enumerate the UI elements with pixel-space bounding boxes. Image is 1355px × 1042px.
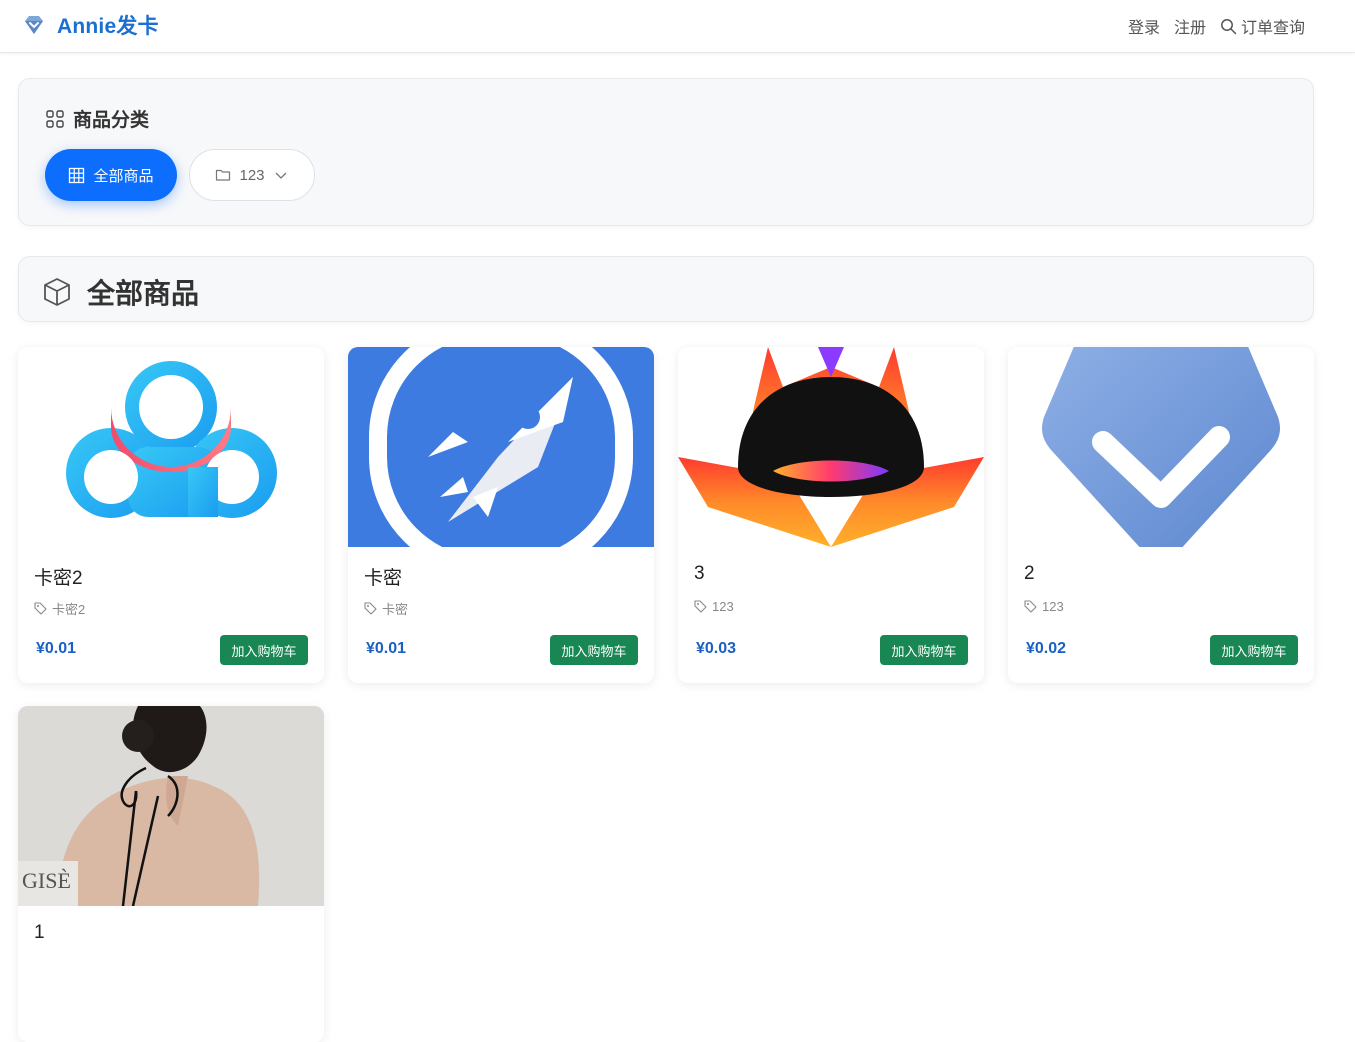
flame-mask-logo-image [678, 347, 984, 547]
product-tag: 卡密 [364, 599, 408, 618]
check-badge-logo-image [1042, 347, 1280, 547]
product-image[interactable] [18, 347, 324, 547]
product-price: ¥0.03 [696, 640, 737, 657]
section-title: 全部商品 [87, 278, 200, 309]
section-heading: 全部商品 [41, 272, 199, 312]
product-name[interactable]: 卡密2 [34, 563, 83, 590]
diamond-icon [25, 16, 43, 34]
category-panel: 商品分类 全部商品 123 [18, 78, 1314, 226]
cloud-logo-image [66, 361, 277, 518]
product-image[interactable] [678, 347, 984, 547]
add-to-cart-button[interactable]: 加入购物车 [1210, 635, 1298, 665]
brand[interactable]: Annie发卡 [21, 10, 159, 40]
product-name[interactable]: 1 [34, 922, 45, 944]
product-name[interactable]: 3 [694, 563, 705, 585]
chevron-down-icon [275, 172, 286, 179]
product-name[interactable]: 卡密 [364, 563, 402, 590]
search-icon [1221, 18, 1237, 34]
order-query-link[interactable]: 订单查询 [1220, 14, 1305, 38]
product-tag-label: 卡密2 [52, 602, 86, 617]
folder-icon [216, 169, 231, 181]
product-tag: 123 [694, 599, 734, 614]
navbar: Annie发卡 登录 注册 订单查询 [0, 0, 1355, 53]
product-image[interactable] [348, 347, 654, 547]
add-to-cart-button[interactable]: 加入购物车 [220, 635, 308, 665]
tag-icon [694, 600, 707, 613]
brand-name: Annie发卡 [57, 15, 159, 38]
category-heading: 商品分类 [45, 105, 149, 132]
add-to-cart-button[interactable]: 加入购物车 [550, 635, 638, 665]
product-card[interactable]: 卡密2 卡密2 ¥0.01 加入购物车 [18, 347, 324, 683]
product-card[interactable]: GISÈ 1 [18, 706, 324, 1042]
product-price: ¥0.01 [366, 640, 407, 657]
product-tag-label: 123 [1042, 599, 1064, 614]
product-price: ¥0.02 [1026, 640, 1067, 657]
box-icon [44, 278, 70, 306]
product-card[interactable]: 卡密 卡密 ¥0.01 加入购物车 [348, 347, 654, 683]
category-buttons: 全部商品 123 [45, 149, 315, 201]
all-products-label: 全部商品 [93, 167, 154, 185]
order-query-label: 订单查询 [1240, 20, 1305, 37]
section-header: 全部商品 [18, 256, 1314, 322]
product-tag-label: 卡密 [382, 602, 409, 617]
all-products-button[interactable]: 全部商品 [45, 149, 177, 201]
table-icon [69, 167, 85, 183]
product-image[interactable]: GISÈ [18, 706, 324, 906]
rocket-logo-image [369, 347, 633, 547]
product-tag: 123 [1024, 599, 1064, 614]
product-tag: 卡密2 [34, 599, 85, 618]
add-to-cart-button[interactable]: 加入购物车 [880, 635, 968, 665]
product-price: ¥0.01 [36, 640, 77, 657]
tag-icon [364, 602, 377, 615]
tag-icon [34, 602, 47, 615]
category-123-dropdown[interactable]: 123 [189, 149, 315, 201]
nav-links: 登录 注册 订单查询 [1128, 14, 1305, 38]
product-card[interactable]: 2 123 ¥0.02 加入购物车 [1008, 347, 1314, 683]
product-card[interactable]: 3 123 ¥0.03 加入购物车 [678, 347, 984, 683]
image-watermark: GISÈ [22, 868, 71, 893]
login-link[interactable]: 登录 [1128, 14, 1160, 38]
product-image[interactable] [1008, 347, 1314, 547]
product-name[interactable]: 2 [1024, 563, 1035, 585]
category-title: 商品分类 [73, 110, 150, 131]
tag-icon [1024, 600, 1037, 613]
category-label: 123 [239, 166, 265, 184]
grid-icon [46, 109, 64, 128]
product-tag-label: 123 [712, 599, 734, 614]
register-link[interactable]: 注册 [1174, 14, 1206, 38]
